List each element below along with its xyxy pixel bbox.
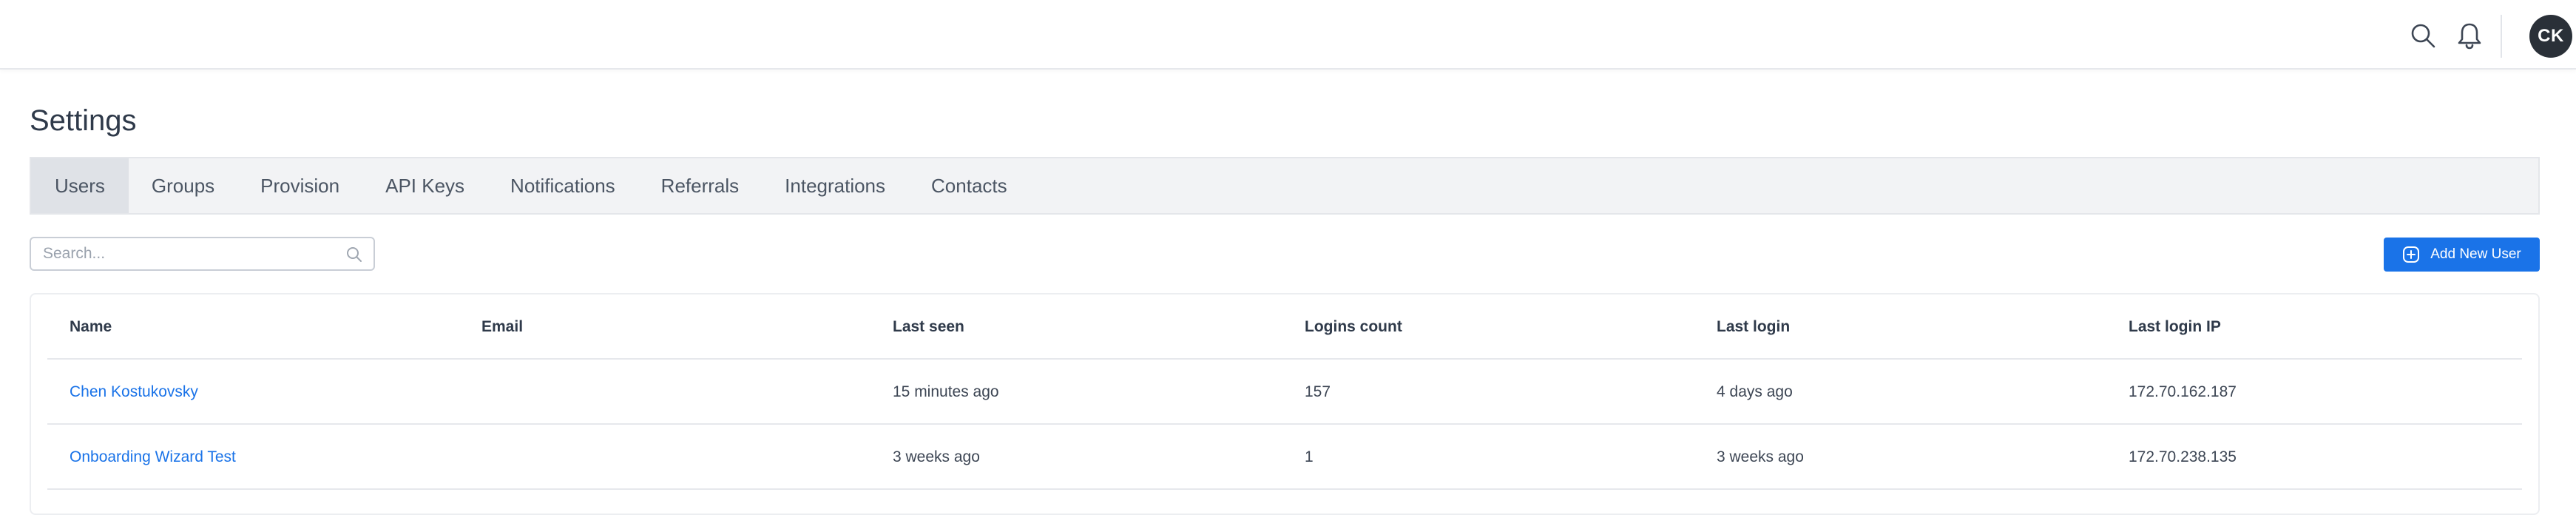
- top-bar: CK: [0, 0, 2576, 70]
- user-last-login: 4 days ago: [1717, 383, 1793, 400]
- user-last-login: 3 weeks ago: [1717, 448, 1804, 465]
- table-row[interactable]: Chen Kostukovsky 15 minutes ago 157 4 da…: [47, 360, 2522, 425]
- tab-api-keys[interactable]: API Keys: [362, 158, 487, 213]
- tab-provision[interactable]: Provision: [237, 158, 362, 213]
- header-divider: [2501, 15, 2502, 58]
- tab-groups[interactable]: Groups: [129, 158, 237, 213]
- bell-icon[interactable]: [2453, 19, 2486, 52]
- user-name-link[interactable]: Chen Kostukovsky: [70, 360, 198, 425]
- tab-notifications[interactable]: Notifications: [487, 158, 638, 213]
- user-last-login-ip: 172.70.238.135: [2129, 448, 2237, 465]
- user-last-seen: 15 minutes ago: [893, 383, 999, 400]
- tab-integrations[interactable]: Integrations: [762, 158, 908, 213]
- search-icon[interactable]: [2407, 19, 2439, 52]
- settings-tabs: Users Groups Provision API Keys Notifica…: [30, 157, 2540, 215]
- users-table: Name Email Last seen Logins count Last l…: [30, 293, 2540, 515]
- tab-referrals[interactable]: Referrals: [638, 158, 762, 213]
- column-header-name[interactable]: Name: [70, 294, 112, 360]
- avatar[interactable]: CK: [2529, 15, 2572, 58]
- plus-circle-icon: [2403, 246, 2420, 263]
- search-input[interactable]: [41, 238, 337, 269]
- user-logins-count: 157: [1305, 383, 1331, 400]
- table-header-row: Name Email Last seen Logins count Last l…: [47, 294, 2522, 360]
- user-last-seen: 3 weeks ago: [893, 448, 980, 465]
- column-header-last-login-ip[interactable]: Last login IP: [2129, 294, 2221, 360]
- user-last-login-ip: 172.70.162.187: [2129, 383, 2237, 400]
- column-header-last-seen[interactable]: Last seen: [893, 294, 964, 360]
- column-header-email[interactable]: Email: [481, 294, 523, 360]
- user-logins-count: 1: [1305, 448, 1314, 465]
- page-title: Settings: [30, 104, 137, 137]
- column-header-last-login[interactable]: Last login: [1717, 294, 1790, 360]
- add-new-user-label: Add New User: [2430, 246, 2521, 262]
- tab-contacts[interactable]: Contacts: [908, 158, 1030, 213]
- user-name-link[interactable]: Onboarding Wizard Test: [70, 425, 236, 490]
- table-row[interactable]: Onboarding Wizard Test 3 weeks ago 1 3 w…: [47, 425, 2522, 490]
- column-header-logins-count[interactable]: Logins count: [1305, 294, 1402, 360]
- search-field-icon: [347, 247, 362, 262]
- tab-users[interactable]: Users: [31, 158, 129, 213]
- add-new-user-button[interactable]: Add New User: [2384, 238, 2540, 272]
- search-field: [30, 237, 375, 271]
